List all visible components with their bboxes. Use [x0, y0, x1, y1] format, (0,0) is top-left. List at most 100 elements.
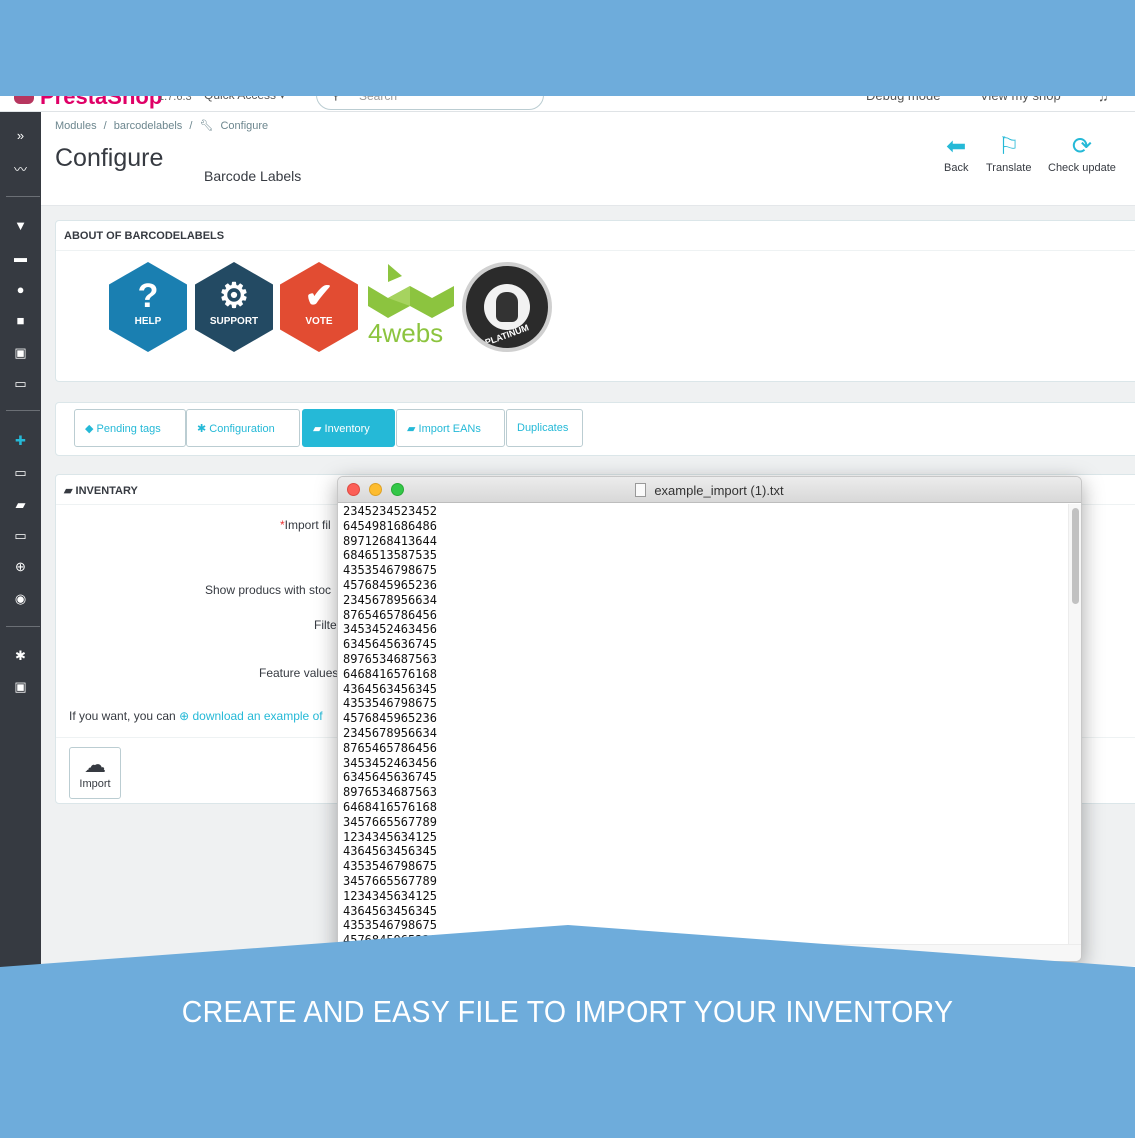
sidebar-divider: [6, 410, 40, 411]
4webs-logo-text: 4webs: [368, 318, 444, 348]
text-line: 8976534687563: [343, 785, 437, 800]
tag-icon: ◆: [85, 423, 94, 435]
prestashop-partner-badge[interactable]: PLATINUM: [462, 262, 552, 352]
window-title-text: example_import (1).txt: [654, 483, 784, 498]
shipping-truck-icon[interactable]: ▰: [0, 497, 41, 513]
text-line: 6454981686486: [343, 518, 437, 533]
payment-card-icon[interactable]: ▭: [0, 376, 41, 392]
help-text: If you want, you can ⊕ download an examp…: [69, 709, 323, 723]
text-line: 6468416576168: [343, 799, 437, 814]
text-line: 8976534687563: [343, 651, 437, 666]
orders-basket-icon[interactable]: ▼: [0, 218, 41, 234]
text-line: 1234345634125: [343, 829, 437, 844]
text-line: 2345678956634: [343, 725, 437, 740]
cloud-upload-icon: ☁: [84, 752, 106, 777]
text-line: 4364563456345: [343, 903, 437, 918]
plus-circle-icon: ⊕: [179, 709, 190, 723]
import-button[interactable]: ☁ Import: [69, 747, 121, 799]
page-title: Configure: [55, 144, 164, 172]
text-line: 3453452463456: [343, 755, 437, 770]
sidebar-divider: [6, 626, 40, 627]
check-update-button[interactable]: ⟳ Check update: [1048, 132, 1116, 174]
expand-sidebar-icon[interactable]: »: [0, 128, 41, 144]
text-line: 4576845965236: [343, 711, 437, 726]
text-line: 6468416576168: [343, 666, 437, 681]
about-panel-heading: ABOUT OF BARCODELABELS: [56, 221, 1135, 251]
cog-icon: ✱: [197, 423, 207, 435]
back-button[interactable]: ⬅ Back: [944, 132, 968, 174]
messages-chat-icon[interactable]: ■: [0, 313, 41, 329]
window-titlebar[interactable]: example_import (1).txt: [338, 477, 1081, 503]
modules-puzzle-icon[interactable]: ✚: [0, 433, 41, 449]
international-globe-icon[interactable]: ⊕: [0, 559, 41, 575]
advanced-settings-icon[interactable]: ▣: [0, 679, 41, 695]
text-line: 8971268413644: [343, 533, 437, 548]
vertical-scrollbar[interactable]: [1068, 504, 1081, 944]
book-icon: ▰: [64, 485, 73, 497]
text-line: 3457665567789: [343, 814, 437, 829]
download-example-label: download an example of: [192, 709, 323, 723]
tab-import-eans-label: Import EANs: [418, 423, 481, 435]
breadcrumb-configure: Configure: [220, 120, 269, 132]
screenshot-stage: PrestaShop 1.7.6.3 Quick Access ▾ ⚲ Sear…: [0, 0, 1135, 1138]
dashboard-trend-icon[interactable]: 〰: [0, 162, 41, 178]
help-badge-label: HELP: [134, 316, 162, 327]
banner-caption: CREATE AND EASY FILE TO IMPORT YOUR INVE…: [181, 994, 954, 1029]
stats-chart-icon[interactable]: ▣: [0, 345, 41, 361]
breadcrumb-barcodelabels[interactable]: barcodelabels: [114, 120, 183, 132]
text-line: 3453452463456: [343, 622, 437, 637]
inventory-heading-label: INVENTARY: [75, 485, 138, 497]
text-line: 8765465786456: [343, 740, 437, 755]
check-circle-icon: ✔: [304, 277, 334, 315]
settings-gear-icon[interactable]: ✱: [0, 648, 41, 664]
text-line: 6345645636745: [343, 770, 437, 785]
scrollbar-thumb[interactable]: [1072, 508, 1079, 604]
download-example-link[interactable]: ⊕ download an example of: [179, 709, 323, 723]
feature-values-label: Feature values: [259, 666, 339, 680]
customers-user-icon[interactable]: ●: [0, 282, 41, 298]
tab-configuration[interactable]: ✱ Configuration: [186, 409, 300, 447]
tab-pending-tags[interactable]: ◆ Pending tags: [74, 409, 186, 447]
sidebar-divider: [6, 196, 40, 197]
translate-button[interactable]: ⚐ Translate: [986, 132, 1031, 174]
text-line: 4353546798675: [343, 696, 437, 711]
filter-label: Filte: [314, 618, 337, 632]
text-line: 6846513587535: [343, 548, 437, 563]
tab-duplicates[interactable]: Duplicates: [506, 409, 583, 447]
page-subtitle: Barcode Labels: [204, 168, 302, 184]
text-line: 4576845965236: [343, 577, 437, 592]
breadcrumb-separator: /: [189, 120, 193, 132]
puffin-mascot-icon: [496, 292, 518, 322]
tab-import-eans[interactable]: ▰ Import EANs: [396, 409, 505, 447]
text-line: 4364563456345: [343, 681, 437, 696]
payment-icon[interactable]: ▭: [0, 528, 41, 544]
left-sidebar: » 〰 ▼ ▬ ● ■ ▣ ▭ ✚ ▭ ▰ ▭ ⊕ ◉ ✱ ▣: [0, 112, 41, 972]
tab-duplicates-label: Duplicates: [517, 422, 569, 434]
text-line: 4353546798675: [343, 563, 437, 578]
top-blue-banner: [0, 0, 1135, 96]
refresh-icon: ⟳: [1071, 133, 1092, 160]
check-update-button-label: Check update: [1048, 162, 1116, 174]
breadcrumb: Modules / barcodelabels / 🔧︎ Configure: [55, 119, 272, 132]
book-icon: ▰: [313, 423, 322, 435]
window-title: example_import (1).txt: [338, 483, 1081, 498]
text-line: 4353546798675: [343, 859, 437, 874]
bottom-blue-banner: [0, 922, 1135, 1138]
gear-icon: ⚙: [218, 277, 250, 315]
text-line: 2345234523452: [343, 504, 437, 518]
breadcrumb-modules[interactable]: Modules: [55, 120, 97, 132]
flag-icon: ⚐: [997, 133, 1020, 160]
tab-inventory-label: Inventory: [324, 423, 370, 435]
import-button-label: Import: [79, 778, 111, 790]
wrench-icon: 🔧︎: [199, 120, 214, 132]
design-monitor-icon[interactable]: ▭: [0, 465, 41, 481]
catalog-store-icon[interactable]: ▬: [0, 250, 41, 266]
document-icon: [635, 483, 647, 497]
tab-inventory[interactable]: ▰ Inventory: [302, 409, 395, 447]
tab-configuration-label: Configuration: [209, 423, 275, 435]
marketplace-icon[interactable]: ◉: [0, 591, 41, 607]
text-file-window[interactable]: example_import (1).txt 2345234523452 6454…: [337, 476, 1082, 962]
tab-pending-tags-label: Pending tags: [96, 423, 161, 435]
text-content-area[interactable]: 2345234523452 6454981686486 8971268413644 6…: [338, 504, 1068, 944]
text-line: 3457665567789: [343, 873, 437, 888]
